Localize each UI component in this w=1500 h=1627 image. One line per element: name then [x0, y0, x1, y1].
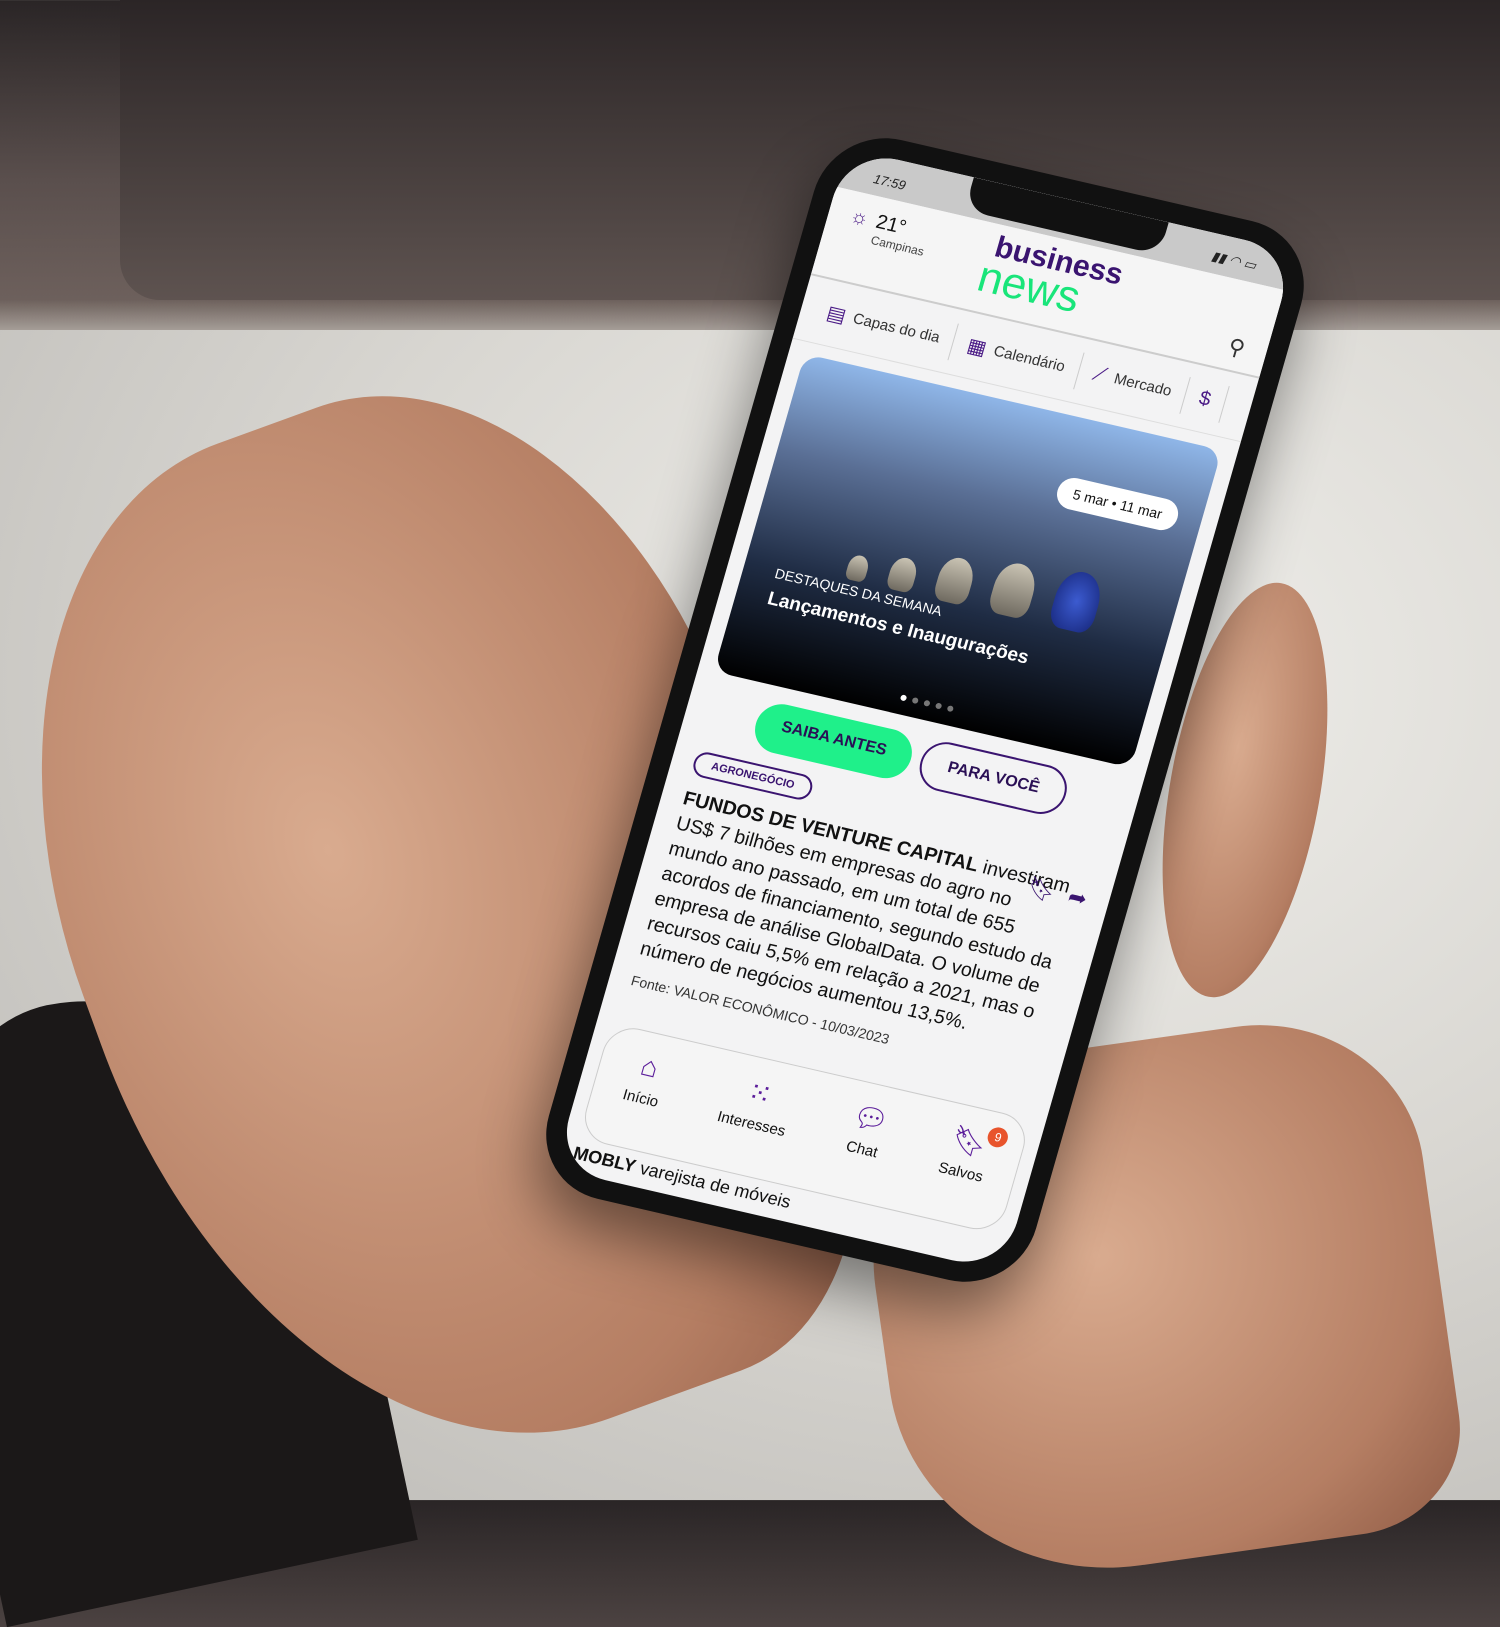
carousel-dot[interactable] [923, 699, 931, 707]
home-icon: ⌂ [637, 1049, 663, 1084]
grid-dots-icon: ⁙ [744, 1075, 776, 1111]
tab-mercado[interactable]: ⟋ Mercado [1074, 352, 1192, 414]
calendar-icon: ▦ [964, 334, 990, 361]
chart-icon: ⟋ [1089, 362, 1110, 387]
tab-label: Capas do dia [850, 310, 942, 347]
logo[interactable]: business news [972, 231, 1127, 324]
nav-label: Início [620, 1086, 661, 1111]
article-body: FUNDOS DE VENTURE CAPITAL investiram US$… [637, 786, 1092, 1054]
nav-interesses[interactable]: ⁙ Interesses [703, 1070, 798, 1182]
nav-label: Interesses [715, 1108, 788, 1141]
tab-label: Mercado [1111, 370, 1174, 400]
nav-label: Salvos [936, 1159, 985, 1186]
para-voce-button[interactable]: PARA VOCÊ [913, 737, 1074, 819]
bookmark-icon: 🔖︎ [947, 1122, 992, 1161]
nav-chat[interactable]: 💬︎ Chat [830, 1099, 892, 1203]
carousel-dot[interactable] [911, 696, 919, 705]
share-icon[interactable]: ➦ [1065, 884, 1090, 913]
newspaper-icon: ▤ [823, 302, 849, 328]
search-icon[interactable]: ⚲ [1225, 333, 1248, 362]
status-time: 17:59 [871, 170, 908, 193]
carousel-dot[interactable] [934, 702, 943, 710]
carousel-dot[interactable] [899, 694, 908, 702]
nav-inicio[interactable]: ⌂ Início [609, 1048, 672, 1152]
chat-icon: 💬︎ [849, 1099, 893, 1138]
tab-money[interactable]: $ [1180, 376, 1231, 423]
date-range-badge: 5 mar • 11 mar [1053, 474, 1182, 534]
money-bag-icon: $ [1196, 387, 1214, 411]
weather-icon: ☼ [847, 205, 872, 231]
carousel-dot[interactable] [946, 705, 955, 713]
signal-wifi-battery-icon: ▮▮ ◠ ▭ [1209, 248, 1259, 273]
weather-widget: ☼ 21° Campinas [844, 205, 933, 259]
nav-label: Chat [844, 1137, 880, 1162]
nav-salvos[interactable]: 🔖︎ 9 Salvos [924, 1121, 1011, 1227]
tab-label: Calendário [991, 342, 1067, 376]
